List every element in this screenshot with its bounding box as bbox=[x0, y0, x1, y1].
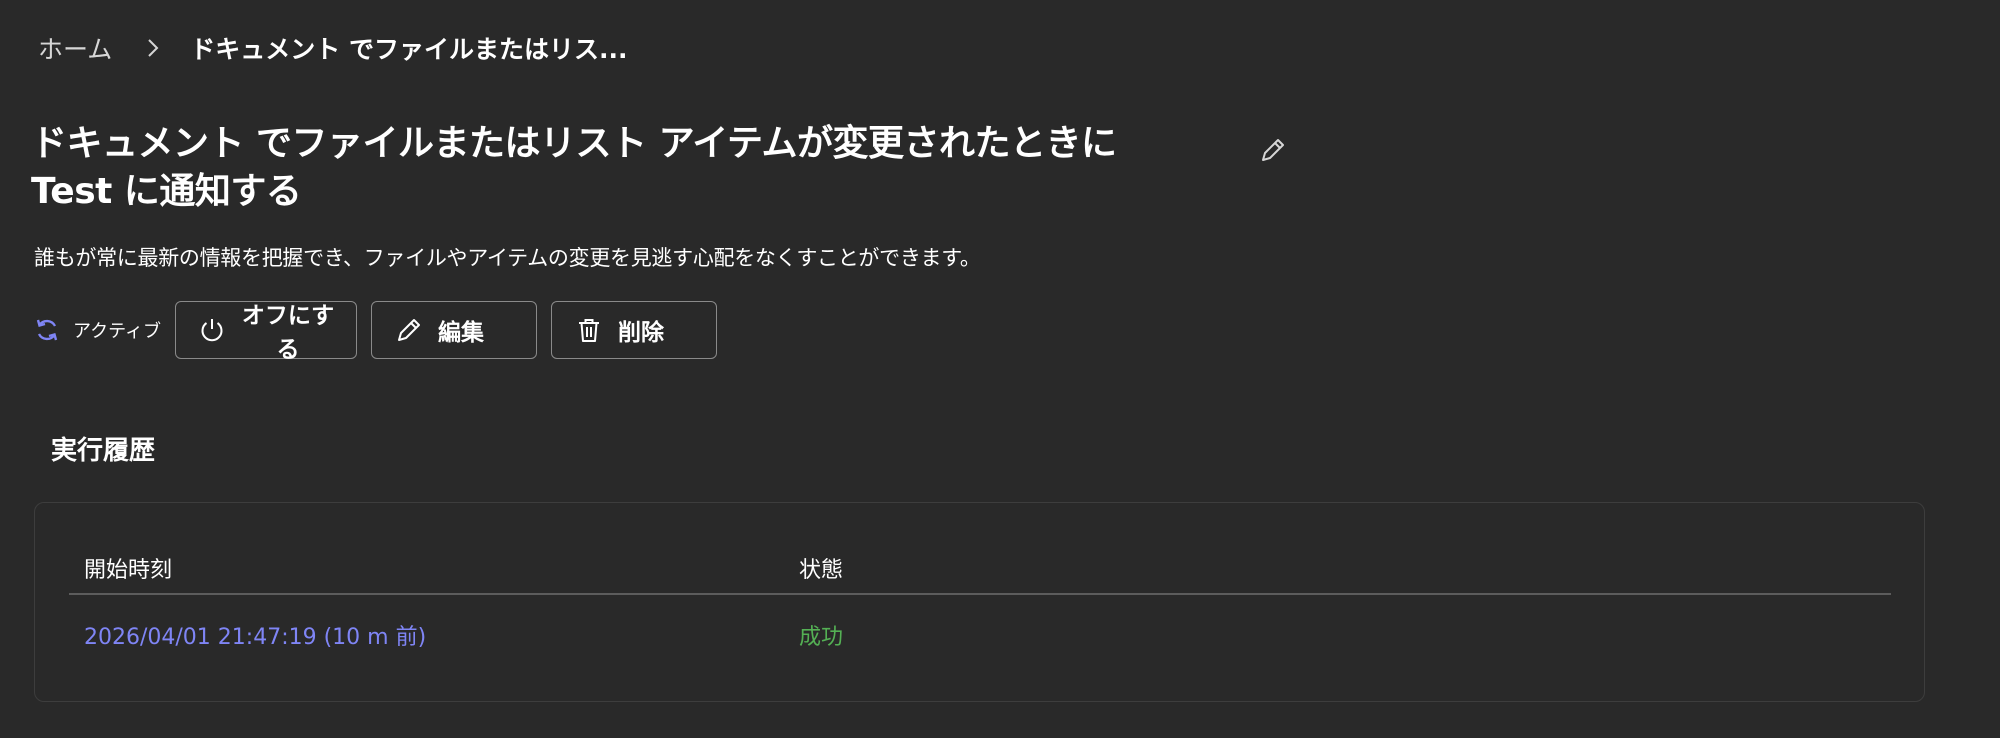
table-header: 開始時刻 状態 bbox=[69, 543, 1891, 595]
chevron-right-icon bbox=[142, 37, 164, 59]
page-description: 誰もが常に最新の情報を把握でき、ファイルやアイテムの変更を見逃す心配をなくすこと… bbox=[34, 246, 981, 270]
delete-button[interactable]: 削除 bbox=[551, 301, 718, 359]
sync-icon bbox=[33, 316, 61, 344]
breadcrumb: ホーム ドキュメント でファイルまたはリス... bbox=[38, 28, 627, 68]
run-start-time-link[interactable]: 2026/04/01 21:47:19 (10 m 前) bbox=[84, 625, 426, 650]
table-row: 2026/04/01 21:47:19 (10 m 前) 成功 bbox=[69, 595, 1891, 675]
run-history-card: 開始時刻 状態 2026/04/01 21:47:19 (10 m 前) 成功 bbox=[34, 502, 1925, 702]
edit-button[interactable]: 編集 bbox=[371, 301, 538, 359]
turn-off-label: オフにする bbox=[241, 303, 335, 363]
page-title: ドキュメント でファイルまたはリスト アイテムが変更されたときに Test に通… bbox=[31, 123, 1117, 212]
power-icon bbox=[198, 315, 226, 345]
delete-label: 削除 bbox=[618, 320, 665, 346]
turn-off-button[interactable]: オフにする bbox=[175, 301, 358, 363]
edit-title-pencil-icon[interactable] bbox=[1253, 130, 1293, 170]
column-header-status: 状態 bbox=[799, 558, 844, 583]
edit-label: 編集 bbox=[438, 320, 485, 346]
breadcrumb-current: ドキュメント でファイルまたはリス... bbox=[190, 35, 628, 64]
action-bar: アクティブ オフにする 編集 削除 bbox=[33, 301, 731, 363]
status-label: アクティブ bbox=[73, 321, 162, 342]
run-history-table: 開始時刻 状態 2026/04/01 21:47:19 (10 m 前) 成功 bbox=[69, 543, 1891, 675]
pencil-icon bbox=[394, 315, 424, 345]
trash-icon bbox=[574, 315, 604, 345]
run-history-title: 実行履歴 bbox=[51, 436, 156, 466]
breadcrumb-home-link[interactable]: ホーム bbox=[38, 30, 112, 66]
status-indicator: アクティブ bbox=[33, 316, 161, 344]
run-status-label: 成功 bbox=[799, 625, 844, 650]
column-header-start-time: 開始時刻 bbox=[84, 558, 173, 583]
title-section: ドキュメント でファイルまたはリスト アイテムが変更されたときに Test に通… bbox=[31, 120, 1284, 216]
